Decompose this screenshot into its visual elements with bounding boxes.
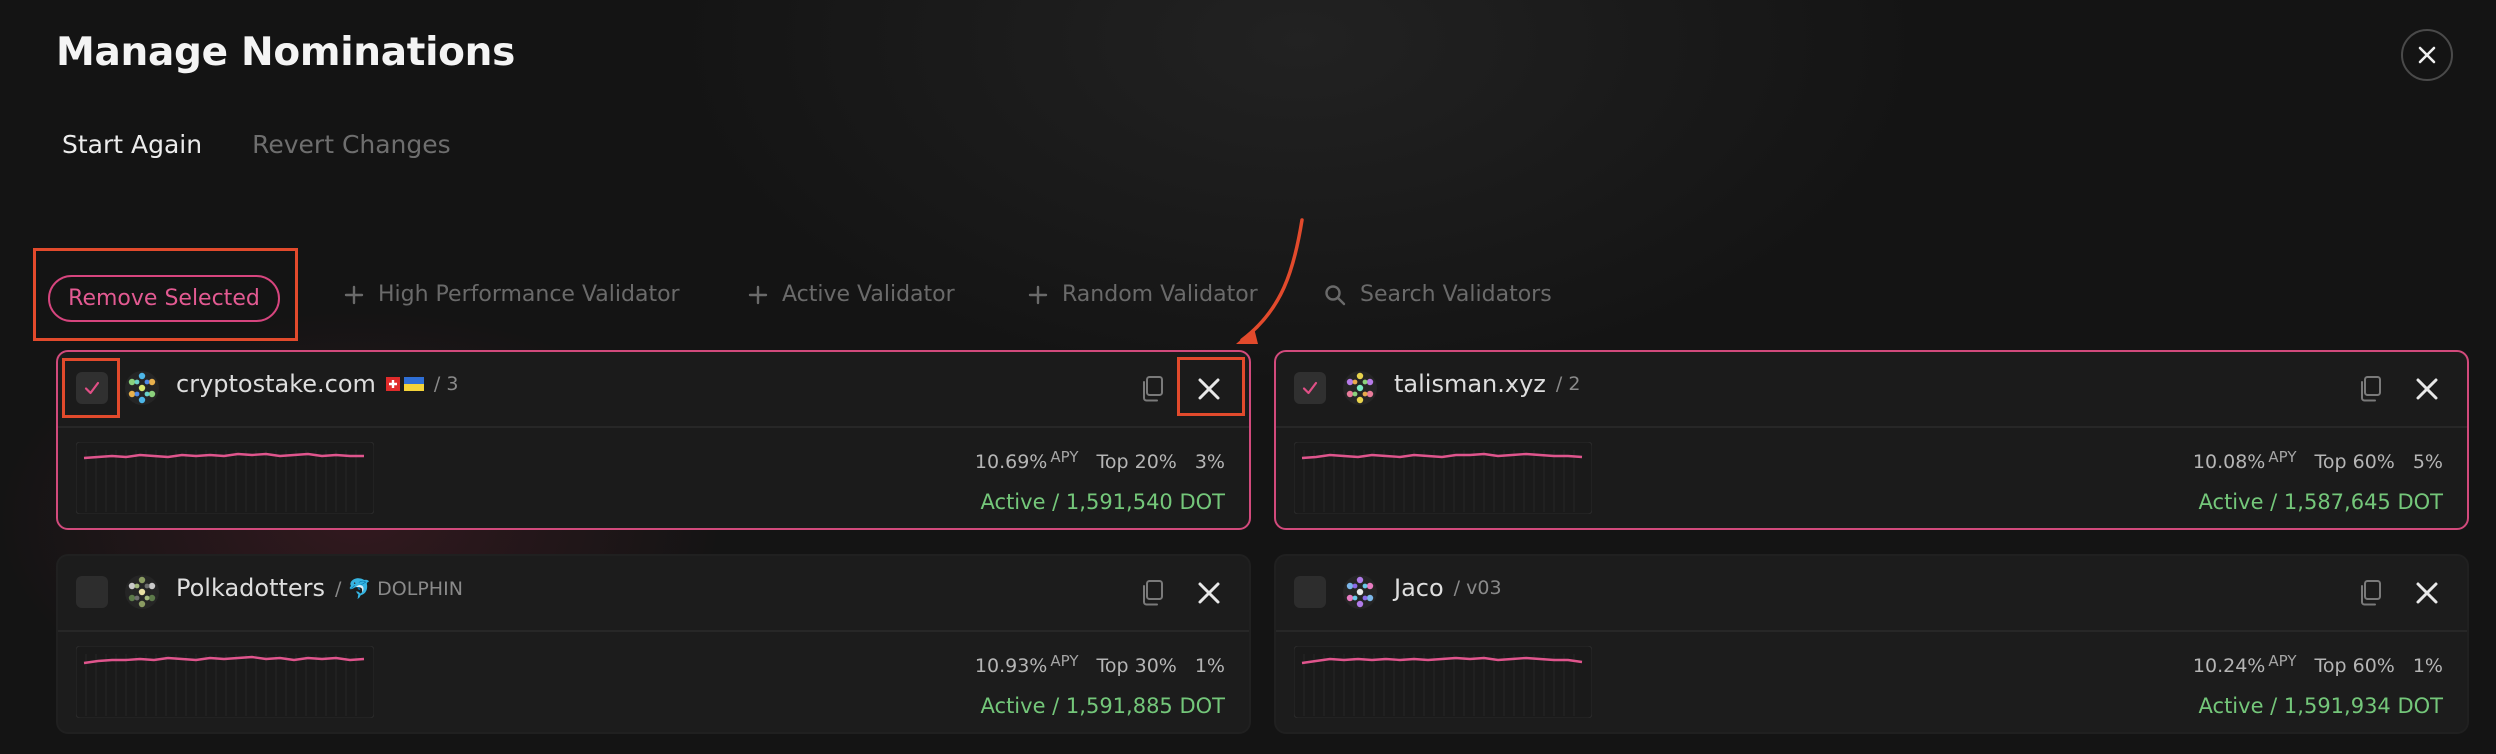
- check-icon: [1302, 381, 1318, 395]
- plus-icon: [748, 285, 768, 304]
- performance-sparkline: [76, 442, 374, 514]
- validator-name-row: Polkadotters / 🐬 DOLPHIN: [176, 574, 463, 602]
- remove-validator-icon[interactable]: [1195, 579, 1223, 607]
- manage-nominations-modal: Manage Nominations Start Again Revert Ch…: [0, 0, 2496, 754]
- add-high-performance-validator-button[interactable]: High Performance Validator: [344, 282, 680, 307]
- apy-value: 10.24% APY: [2192, 652, 2297, 677]
- plus-icon: [344, 285, 364, 304]
- select-checkbox[interactable]: [1294, 372, 1326, 404]
- rank-value: Top 30%: [1096, 655, 1177, 677]
- validator-sub: / 🐬 DOLPHIN: [335, 577, 463, 600]
- select-checkbox[interactable]: [1294, 576, 1326, 608]
- plus-icon: [1028, 285, 1048, 304]
- tab-revert-changes[interactable]: Revert Changes: [252, 130, 451, 159]
- validator-sub: / 2: [1555, 373, 1581, 395]
- validator-card[interactable]: Jaco / v03 10.24% APY Top 60% 1% Active /…: [1274, 554, 2469, 734]
- active-validator-label: Active Validator: [782, 282, 955, 307]
- add-active-validator-button[interactable]: Active Validator: [748, 282, 955, 307]
- validator-name-row: Jaco / v03: [1394, 574, 1502, 602]
- performance-sparkline: [1294, 442, 1592, 514]
- flag-group: [385, 377, 424, 391]
- rank-value: Top 60%: [2314, 451, 2395, 473]
- copy-icon[interactable]: [1139, 579, 1165, 607]
- copy-icon[interactable]: [1139, 375, 1165, 403]
- status-stake: Active / 1,587,645 DOT: [2198, 490, 2443, 514]
- commission-value: 5%: [2412, 451, 2443, 473]
- validator-name: Jaco: [1394, 574, 1444, 602]
- high-performance-label: High Performance Validator: [378, 282, 680, 307]
- tab-start-again[interactable]: Start Again: [62, 130, 202, 159]
- commission-value: 1%: [1194, 655, 1225, 677]
- validator-stats: 10.93% APY Top 30% 1%: [975, 652, 1225, 677]
- page-title: Manage Nominations: [56, 30, 516, 75]
- search-validators-button[interactable]: Search Validators: [1324, 282, 1552, 307]
- status-stake: Active / 1,591,540 DOT: [980, 490, 1225, 514]
- commission-value: 3%: [1194, 451, 1225, 473]
- annotation-arrow-icon: [1236, 218, 1304, 344]
- remove-validator-icon[interactable]: [1195, 375, 1223, 403]
- validator-stats: 10.24% APY Top 60% 1%: [2193, 652, 2443, 677]
- validator-card-header: Jaco / v03: [1276, 556, 2467, 632]
- validator-stats: 10.69% APY Top 20% 3%: [975, 448, 1225, 473]
- validator-identicon-icon: [1343, 575, 1377, 609]
- remove-validator-icon[interactable]: [2413, 579, 2441, 607]
- copy-icon[interactable]: [2357, 375, 2383, 403]
- validator-sub: / 3: [433, 373, 459, 395]
- search-validators-label: Search Validators: [1360, 282, 1552, 307]
- rank-value: Top 60%: [2314, 655, 2395, 677]
- validator-stats: 10.08% APY Top 60% 5%: [2193, 448, 2443, 473]
- status-stake: Active / 1,591,885 DOT: [980, 694, 1225, 718]
- validator-name: cryptostake.com: [176, 370, 376, 398]
- remove-selected-button[interactable]: Remove Selected: [48, 275, 280, 322]
- swiss-flag-icon: [385, 377, 400, 391]
- performance-sparkline: [1294, 646, 1592, 718]
- select-checkbox[interactable]: [76, 576, 108, 608]
- validator-identicon-icon: [125, 575, 159, 609]
- validator-sub: / v03: [1453, 577, 1502, 599]
- validator-identicon-icon: [125, 371, 159, 405]
- validator-card[interactable]: cryptostake.com / 3 10.69% APY Top 20% 3…: [56, 350, 1251, 530]
- validator-name-row: talisman.xyz / 2: [1394, 370, 1580, 398]
- rank-value: Top 20%: [1096, 451, 1177, 473]
- close-icon: [2418, 46, 2436, 64]
- commission-value: 1%: [2412, 655, 2443, 677]
- validator-name: talisman.xyz: [1394, 370, 1546, 398]
- performance-sparkline: [76, 646, 374, 718]
- ukraine-flag-icon: [403, 377, 424, 391]
- remove-validator-icon[interactable]: [2413, 375, 2441, 403]
- close-modal-button[interactable]: [2401, 29, 2453, 81]
- validator-identicon-icon: [1343, 371, 1377, 405]
- apy-value: 10.93% APY: [974, 652, 1079, 677]
- validator-card[interactable]: Polkadotters / 🐬 DOLPHIN 10.93% APY Top 3…: [56, 554, 1251, 734]
- validator-name: Polkadotters: [176, 574, 326, 602]
- select-checkbox[interactable]: [76, 372, 108, 404]
- check-icon: [84, 381, 100, 395]
- copy-icon[interactable]: [2357, 579, 2383, 607]
- apy-value: 10.69% APY: [974, 448, 1079, 473]
- validator-card-header: Polkadotters / 🐬 DOLPHIN: [58, 556, 1249, 632]
- validator-card[interactable]: talisman.xyz / 2 10.08% APY Top 60% 5% Ac…: [1274, 350, 2469, 530]
- validator-card-header: cryptostake.com / 3: [58, 352, 1249, 428]
- validator-name-row: cryptostake.com / 3: [176, 370, 458, 398]
- search-icon: [1325, 284, 1346, 305]
- tab-bar: Start Again Revert Changes: [62, 130, 451, 159]
- status-stake: Active / 1,591,934 DOT: [2198, 694, 2443, 718]
- apy-value: 10.08% APY: [2192, 448, 2297, 473]
- validator-card-header: talisman.xyz / 2: [1276, 352, 2467, 428]
